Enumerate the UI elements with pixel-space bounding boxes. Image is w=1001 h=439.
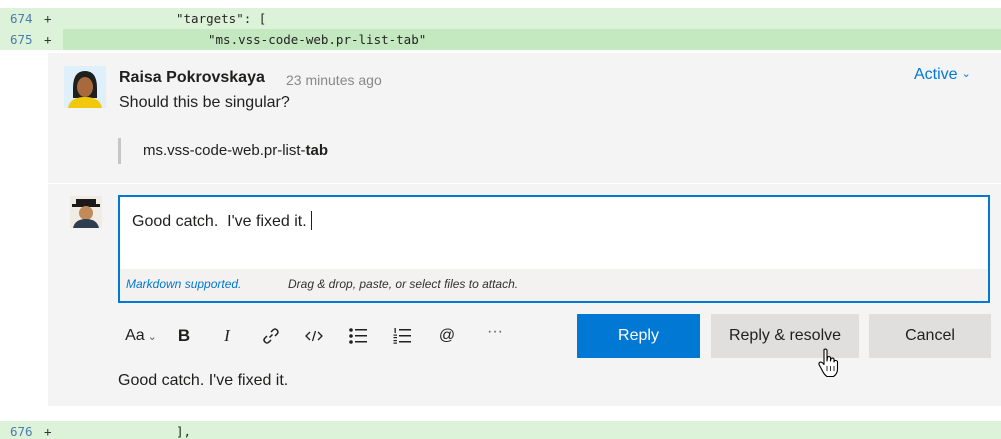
more-options-button[interactable]: ··· bbox=[480, 316, 510, 348]
attach-hint: Drag & drop, paste, or select files to a… bbox=[288, 277, 519, 291]
mention-button[interactable]: @ bbox=[435, 320, 459, 352]
diff-added-sign: + bbox=[44, 424, 52, 439]
chevron-down-icon: ⌄ bbox=[961, 68, 971, 80]
hand-cursor-icon bbox=[817, 348, 841, 378]
numbered-list-icon[interactable] bbox=[390, 320, 414, 352]
code-icon[interactable] bbox=[303, 320, 325, 352]
code-text: "ms.vss-code-web.pr-list-tab" bbox=[208, 32, 427, 47]
bold-button[interactable]: B bbox=[172, 320, 196, 352]
link-icon[interactable] bbox=[258, 320, 284, 352]
chevron-down-icon: ⌄ bbox=[147, 330, 157, 343]
reply-text: Good catch. I've fixed it. bbox=[132, 213, 307, 230]
diff-added-sign: + bbox=[44, 11, 52, 26]
reply-button[interactable]: Reply bbox=[577, 314, 700, 358]
editor-footer: Markdown supported. Drag & drop, paste, … bbox=[120, 269, 988, 301]
quote-bar bbox=[118, 138, 121, 164]
quote-bold: tab bbox=[305, 142, 329, 159]
line-number: 674 bbox=[10, 11, 33, 26]
quote-prefix: ms.vss-code-web.pr-list- bbox=[143, 142, 306, 159]
current-user-avatar bbox=[70, 196, 102, 228]
text-caret bbox=[310, 211, 312, 230]
diff-line-676: 676 + ], bbox=[0, 421, 1001, 439]
code-text: "targets": [ bbox=[176, 11, 267, 26]
quoted-code: ms.vss-code-web.pr-list-tab bbox=[143, 142, 328, 159]
diff-line-674: 674 + "targets": [ bbox=[0, 8, 1001, 29]
comment-text: Should this be singular? bbox=[119, 94, 290, 111]
changed-highlight bbox=[63, 29, 1001, 50]
font-size-button[interactable]: Aa ⌄ bbox=[121, 320, 161, 352]
author-avatar bbox=[64, 66, 106, 108]
reply-preview: Good catch. I've fixed it. bbox=[118, 372, 289, 389]
reply-editor[interactable]: Good catch. I've fixed it. Markdown supp… bbox=[118, 195, 990, 303]
status-label: Active bbox=[914, 66, 958, 83]
comment-timestamp: 23 minutes ago bbox=[286, 72, 382, 88]
bulleted-list-icon[interactable] bbox=[346, 320, 370, 352]
font-size-label: Aa bbox=[125, 327, 145, 344]
diff-line-675: 675 + "ms.vss-code-web.pr-list-tab" bbox=[0, 29, 1001, 50]
diff-added-sign: + bbox=[44, 32, 52, 47]
comment-author[interactable]: Raisa Pokrovskaya bbox=[119, 69, 265, 87]
markdown-link[interactable]: Markdown supported. bbox=[126, 277, 241, 291]
line-number: 676 bbox=[10, 424, 33, 439]
reply-textarea[interactable]: Good catch. I've fixed it. bbox=[132, 211, 312, 231]
thread-status-dropdown[interactable]: Active ⌄ bbox=[914, 66, 971, 84]
line-number: 675 bbox=[10, 32, 33, 47]
code-text: ], bbox=[176, 424, 192, 439]
italic-button[interactable]: I bbox=[216, 320, 238, 352]
cancel-button[interactable]: Cancel bbox=[869, 314, 991, 358]
